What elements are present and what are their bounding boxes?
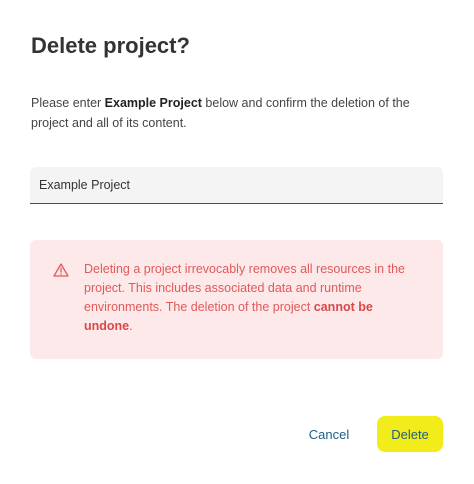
dialog-description: Please enter Example Project below and c…: [31, 93, 443, 133]
confirm-project-name-field: [30, 167, 443, 204]
confirm-project-name-input[interactable]: [30, 167, 443, 203]
warning-box: Deleting a project irrevocably removes a…: [30, 240, 443, 359]
warning-text-end: .: [129, 319, 133, 333]
warning-triangle-icon: [53, 263, 69, 277]
delete-button[interactable]: Delete: [377, 416, 443, 452]
description-prefix: Please enter: [31, 96, 105, 110]
dialog-title: Delete project?: [31, 33, 190, 58]
cancel-button[interactable]: Cancel: [296, 419, 362, 449]
warning-message: Deleting a project irrevocably removes a…: [84, 260, 424, 336]
delete-project-dialog: Delete project? Please enter Example Pro…: [0, 0, 474, 484]
description-project-name: Example Project: [104, 96, 202, 110]
